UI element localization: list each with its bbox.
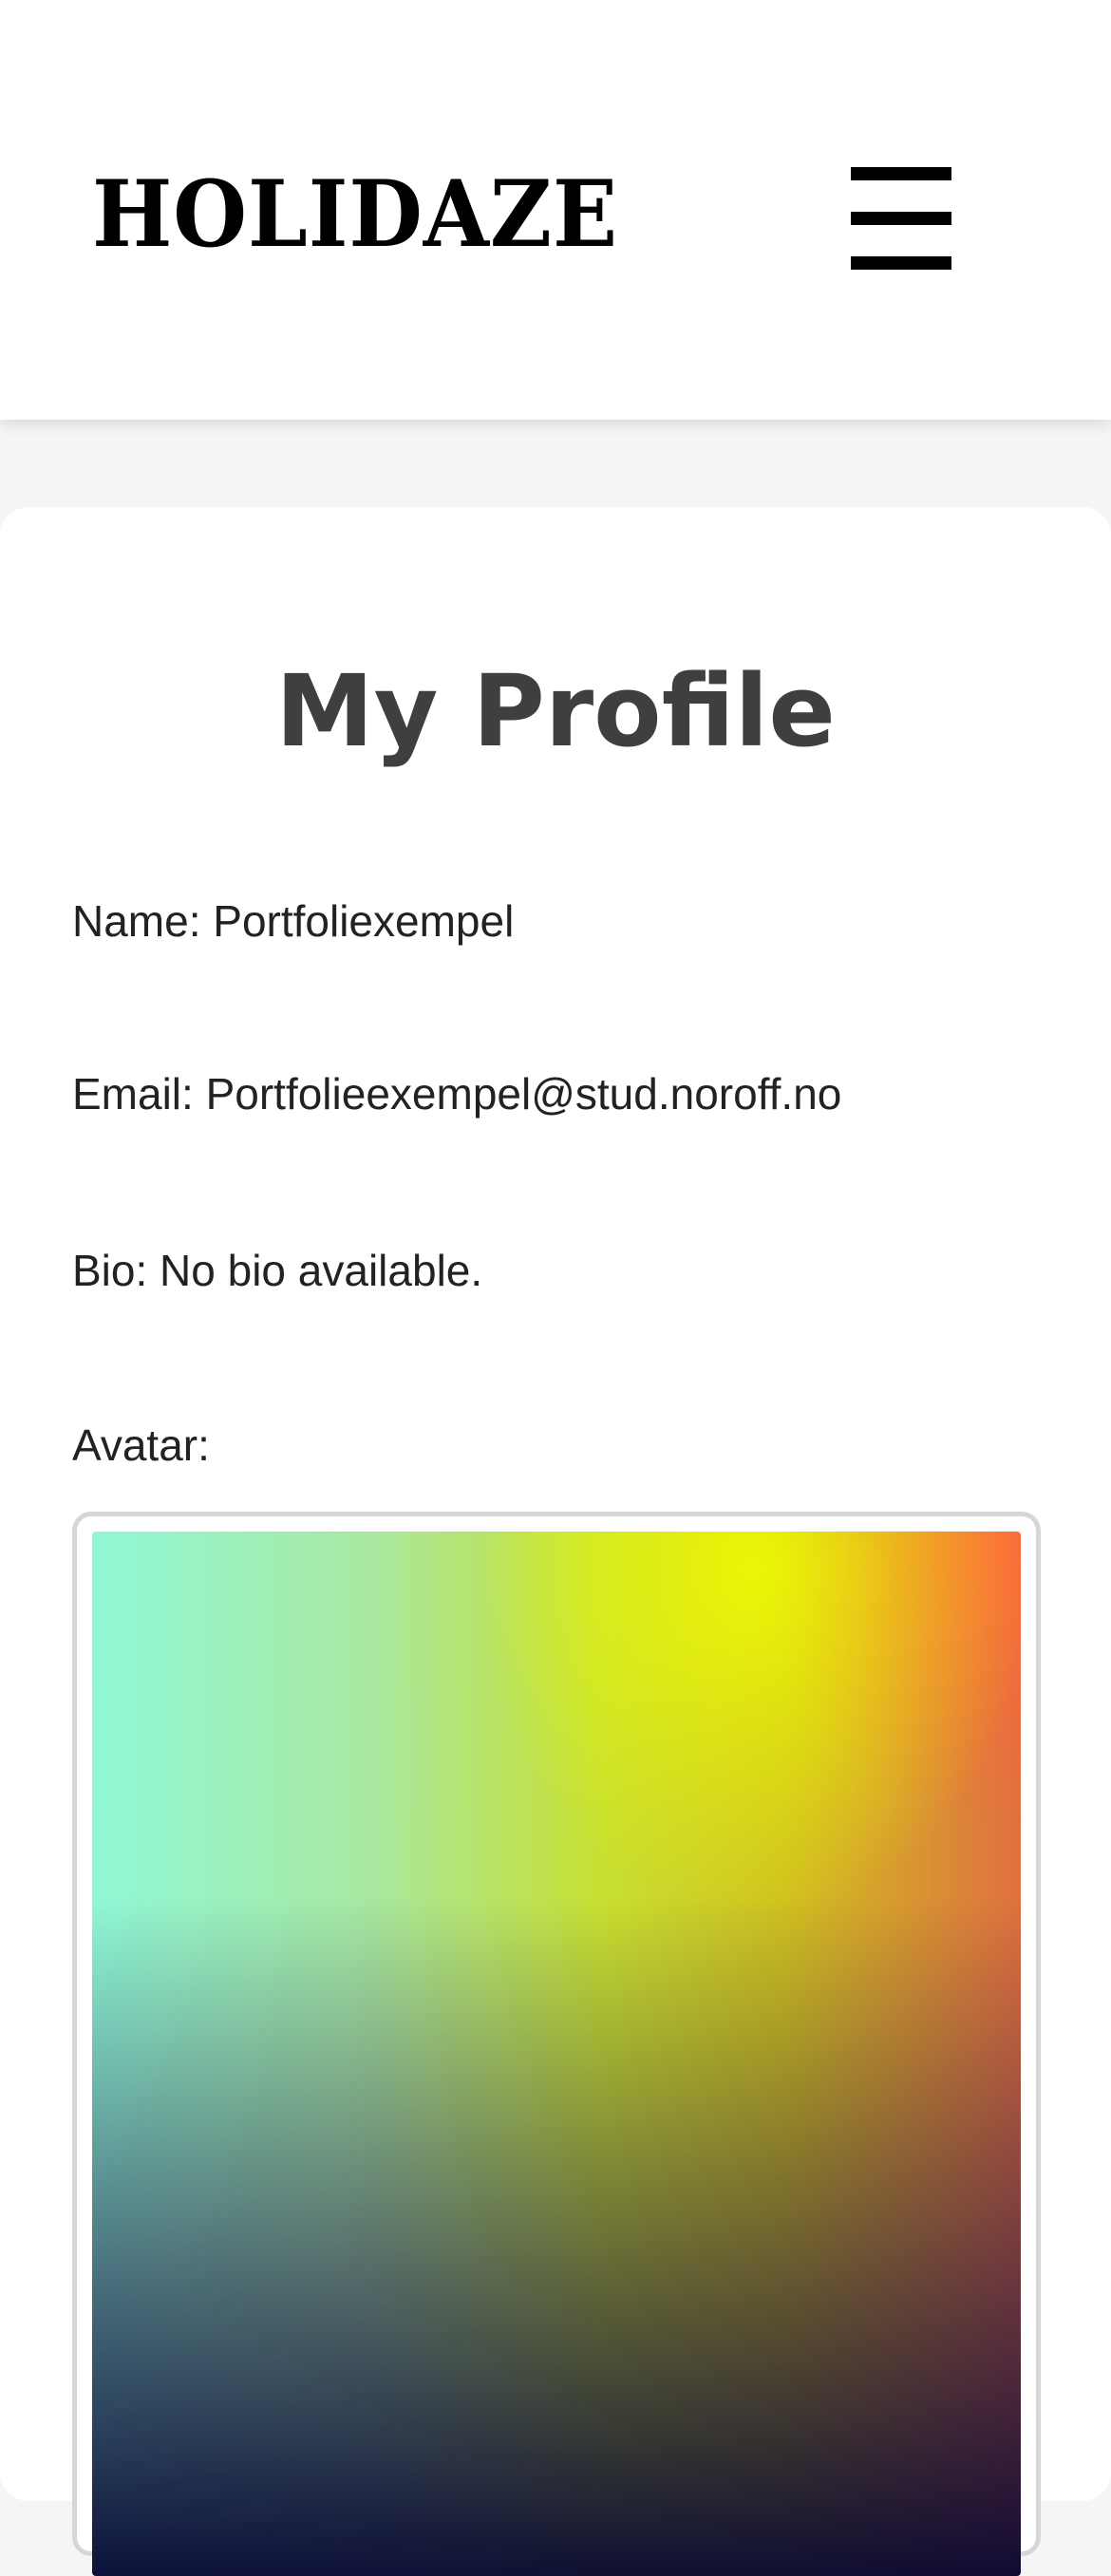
site-logo[interactable]: HOLIDAZE: [92, 160, 618, 270]
hamburger-menu-icon[interactable]: [839, 156, 961, 281]
profile-email: Email: Portfolieexempel@stud.noroff.no: [72, 1069, 842, 1119]
menu-bar-bottom: [851, 256, 951, 270]
menu-bar-top: [851, 167, 951, 180]
profile-card: My Profile Name: Portfoliexempel Email: …: [0, 507, 1111, 2576]
profile-bio: Bio: No bio available.: [72, 1246, 483, 1295]
avatar-frame: [72, 1512, 1041, 2576]
avatar-image: [92, 1532, 1021, 2576]
profile-name: Name: Portfoliexempel: [72, 896, 515, 946]
avatar-label: Avatar:: [72, 1420, 210, 1470]
menu-bar-middle: [851, 212, 951, 225]
site-header: HOLIDAZE: [0, 0, 1111, 420]
page-title: My Profile: [275, 653, 836, 769]
